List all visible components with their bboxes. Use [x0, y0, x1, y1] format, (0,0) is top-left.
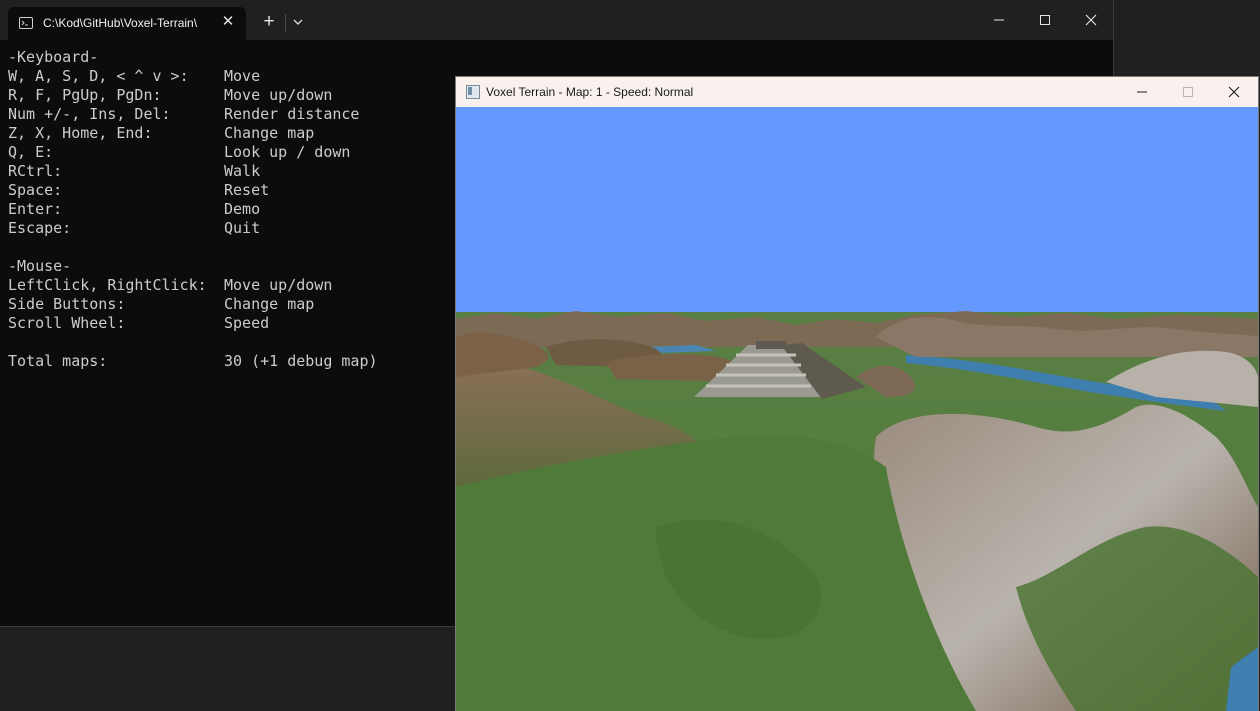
line-value: Change map: [224, 295, 315, 313]
line-value: 30 (+1 debug map): [224, 352, 378, 370]
line-value: Move: [224, 67, 261, 85]
line-key: -Keyboard-: [8, 48, 99, 66]
voxel-terrain-window: Voxel Terrain - Map: 1 - Speed: Normal: [455, 76, 1259, 711]
line-key: -Mouse-: [8, 257, 72, 275]
minimize-icon: [994, 19, 1004, 21]
app-icon: [466, 85, 480, 99]
maximize-icon: [1040, 15, 1050, 25]
line-value: Speed: [224, 314, 270, 332]
line-key: Enter:: [8, 200, 63, 218]
line-key: Num +/-, Ins, Del:: [8, 105, 171, 123]
maximize-button[interactable]: [1165, 77, 1211, 107]
tab-title: C:\Kod\GitHub\Voxel-Terrain\: [43, 16, 198, 30]
line-value: Move up/down: [224, 276, 333, 294]
maximize-button[interactable]: [1021, 0, 1067, 40]
close-icon: [1228, 86, 1240, 98]
game-viewport[interactable]: [456, 107, 1258, 711]
line-value: Render distance: [224, 105, 360, 123]
line-value: Look up / down: [224, 143, 351, 161]
line-key: Scroll Wheel:: [8, 314, 126, 332]
maximize-icon: [1183, 87, 1193, 97]
line-key: Space:: [8, 181, 63, 199]
line-key: Z, X, Home, End:: [8, 124, 153, 142]
close-icon: [1085, 14, 1097, 26]
line-key: R, F, PgUp, PgDn:: [8, 86, 162, 104]
close-button[interactable]: [1211, 77, 1257, 107]
line-key: RCtrl:: [8, 162, 63, 180]
line-key: Total maps:: [8, 352, 108, 370]
minimize-button[interactable]: [975, 0, 1021, 40]
line-value: Demo: [224, 200, 261, 218]
window-title: Voxel Terrain - Map: 1 - Speed: Normal: [486, 85, 694, 99]
line-value: Move up/down: [224, 86, 333, 104]
game-titlebar[interactable]: Voxel Terrain - Map: 1 - Speed: Normal: [456, 77, 1258, 107]
close-tab-icon[interactable]: ✕: [220, 14, 236, 30]
minimize-button[interactable]: [1119, 77, 1165, 107]
terminal-titlebar[interactable]: C:\Kod\GitHub\Voxel-Terrain\ ✕ +: [0, 0, 1113, 40]
line-key: W, A, S, D, < ^ v >:: [8, 67, 189, 85]
minimize-icon: [1137, 91, 1147, 93]
tab-separator: [285, 14, 286, 32]
sky: [456, 107, 1258, 322]
terminal-tab[interactable]: C:\Kod\GitHub\Voxel-Terrain\ ✕: [8, 7, 246, 40]
line-key: Q, E:: [8, 143, 54, 161]
line-value: Change map: [224, 124, 315, 142]
line-key: Side Buttons:: [8, 295, 126, 313]
new-tab-button[interactable]: +: [259, 12, 279, 32]
line-key: LeftClick, RightClick:: [8, 276, 207, 294]
chevron-down-icon[interactable]: [290, 14, 306, 30]
line-value: Reset: [224, 181, 270, 199]
close-button[interactable]: [1067, 0, 1113, 40]
line-value: Walk: [224, 162, 261, 180]
line-key: Escape:: [8, 219, 72, 237]
line-value: Quit: [224, 219, 261, 237]
terrain-render: [456, 107, 1258, 711]
terminal-icon: [19, 17, 33, 29]
